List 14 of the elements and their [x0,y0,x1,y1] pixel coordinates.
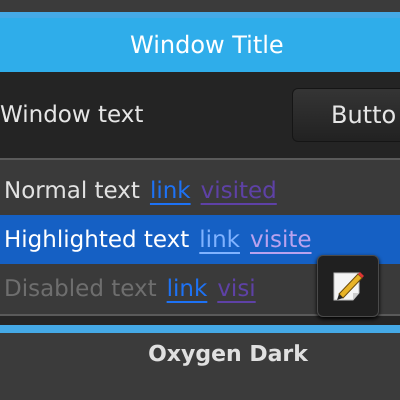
link[interactable]: link [150,178,191,204]
scheme-name: Oxygen Dark [148,342,308,367]
visited-link[interactable]: visited [200,178,277,204]
window-title: Window Title [130,31,284,59]
link[interactable]: link [166,276,208,302]
edit-button[interactable] [317,255,379,317]
window-text: Window text [0,102,144,128]
visited-link[interactable]: visite [250,226,312,252]
row-text: Highlighted text [4,226,190,252]
row-text: Normal text [4,178,140,204]
visited-link[interactable]: visi [217,276,256,302]
link[interactable]: link [199,226,240,252]
pencil-document-icon [331,269,365,303]
sample-button[interactable]: Butto [292,88,400,142]
